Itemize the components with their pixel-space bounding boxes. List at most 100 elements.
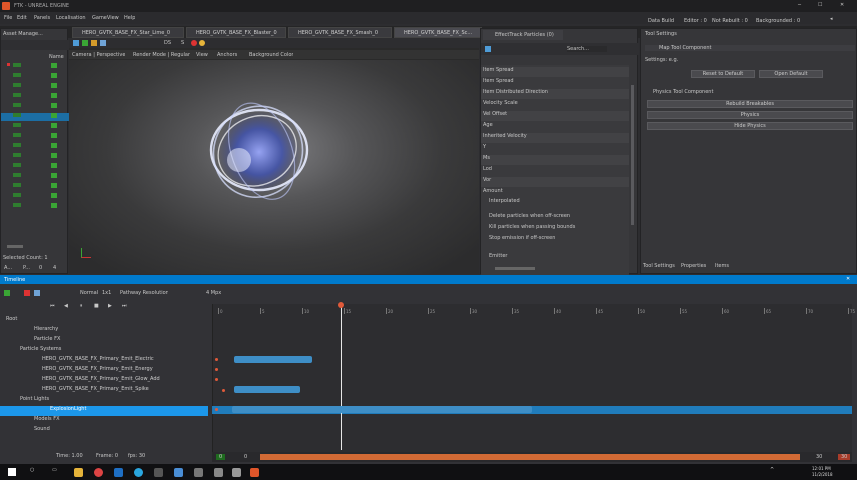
tab-doc-4[interactable]: HERO_GVTK_BASE_FX_Sc... — [394, 27, 482, 38]
tab-doc-3[interactable]: HERO_GVTK_BASE_FX_Smash_0 — [288, 27, 392, 38]
explorer-icon[interactable] — [74, 468, 83, 477]
prop-row[interactable]: Amount — [481, 188, 629, 198]
first-frame-icon[interactable]: ⏮ — [50, 303, 55, 309]
reset-default-button[interactable]: Reset to Default — [691, 70, 755, 78]
next-key-icon[interactable]: ▶ — [108, 303, 112, 309]
tab-doc-2[interactable]: HERO_GVTK_BASE_FX_Blaster_0 — [186, 27, 286, 38]
range-start[interactable]: 0 — [216, 454, 226, 460]
menu-file[interactable]: File — [4, 15, 12, 21]
track-row[interactable]: Point Lights — [0, 396, 208, 406]
check-row[interactable]: Stop emission if off-screen — [481, 235, 629, 245]
pause-icon[interactable]: ⏸ — [80, 303, 83, 309]
keyframe-marker[interactable] — [215, 408, 218, 411]
play-icon[interactable] — [4, 290, 10, 296]
viewport-menu-background[interactable]: Background Color — [249, 52, 293, 58]
particle-search[interactable]: Search... — [567, 46, 607, 52]
stop-icon[interactable]: ■ — [94, 303, 99, 309]
chevron-left-icon[interactable]: ◂ — [830, 16, 833, 22]
track-row[interactable]: Root — [0, 316, 208, 326]
asset-scrollbar[interactable] — [7, 245, 23, 248]
tab-doc-1[interactable]: HERO_GVTK_BASE_FX_Star_Lime_0 — [72, 27, 184, 38]
timeline-track-area[interactable] — [212, 304, 852, 452]
viewport-speed[interactable]: S — [181, 40, 184, 46]
skype-icon[interactable] — [134, 468, 143, 477]
tab-properties[interactable]: Properties — [681, 263, 706, 269]
viewport-fps[interactable]: DS — [164, 40, 171, 46]
tab-items[interactable]: Items — [715, 263, 729, 269]
particle-hscrollbar[interactable] — [495, 267, 535, 270]
app-icon-d[interactable] — [214, 468, 223, 477]
track-row[interactable]: Sound — [0, 426, 208, 436]
outlook-icon[interactable] — [114, 468, 123, 477]
physics-button[interactable]: Physics — [647, 111, 853, 119]
timeline-clip[interactable] — [234, 356, 312, 363]
tray-up-icon[interactable]: ^ — [770, 467, 774, 473]
menu-localisation[interactable]: Localisation — [56, 15, 86, 21]
timeline-mode[interactable]: Normal — [80, 290, 98, 296]
prop-row[interactable]: Inherited Velocity — [481, 133, 629, 143]
prop-row[interactable]: Y — [481, 144, 629, 154]
track-row[interactable]: Particle FX — [0, 336, 208, 346]
app-icon-e[interactable] — [232, 468, 241, 477]
keyframe-marker[interactable] — [222, 389, 225, 392]
track-row[interactable]: HERO_GVTK_BASE_FX_Primary_Emit_Electric — [0, 356, 208, 366]
task-view-icon[interactable]: ▭ — [52, 467, 57, 473]
rebuild-breakables-button[interactable]: Rebuild Breakables — [647, 100, 853, 108]
track-row[interactable]: Hierarchy — [0, 326, 208, 336]
app-icon-c[interactable] — [194, 468, 203, 477]
track-row[interactable]: Particle Systems — [0, 346, 208, 356]
check-row[interactable]: Kill particles when passing bounds — [481, 224, 629, 234]
maximize-icon[interactable]: ☐ — [818, 2, 828, 8]
viewport-icon-b[interactable] — [82, 40, 88, 46]
menu-edit[interactable]: Edit — [17, 15, 27, 21]
prop-row[interactable]: Vel Offset — [481, 111, 629, 121]
prop-row[interactable]: Age — [481, 122, 629, 132]
keyframe-marker[interactable] — [215, 358, 218, 361]
range-a[interactable]: 0 — [244, 454, 247, 460]
prop-row[interactable]: Lod — [481, 166, 629, 176]
asset-row-selected[interactable] — [1, 113, 69, 121]
viewport-menu-camera[interactable]: Camera | Perspective — [72, 52, 125, 58]
prop-row[interactable]: Velocity Scale — [481, 100, 629, 110]
viewport-menu-anchors[interactable]: Anchors — [217, 52, 237, 58]
windows-start-icon[interactable] — [8, 468, 16, 476]
prop-row[interactable]: Item Spread — [481, 78, 629, 88]
hide-physics-button[interactable]: Hide Physics — [647, 122, 853, 130]
close-timeline-icon[interactable]: ✕ — [846, 276, 850, 282]
keyframe-marker[interactable] — [215, 368, 218, 371]
track-row[interactable]: HERO_GVTK_BASE_FX_Primary_Emit_Spike — [0, 386, 208, 396]
viewport-menu-view[interactable]: View — [196, 52, 208, 58]
chrome-icon[interactable] — [94, 468, 103, 477]
timeline-clip[interactable] — [232, 406, 532, 413]
timeline-zoom[interactable]: 4 Mpx — [206, 290, 221, 296]
tool-settings-field[interactable]: Settings: e.g. — [645, 57, 845, 63]
sun-icon[interactable] — [199, 40, 205, 46]
tab-tool-settings[interactable]: Tool Settings — [643, 263, 675, 269]
record-icon[interactable] — [191, 40, 197, 46]
prop-row[interactable]: Item Spread — [481, 67, 629, 77]
playhead[interactable] — [341, 304, 342, 450]
check-row[interactable]: Delete particles when off-screen — [481, 213, 629, 223]
search-icon[interactable]: ○ — [30, 467, 34, 473]
last-frame-icon[interactable]: ⏭ — [122, 303, 127, 309]
range-end2[interactable]: 30 — [838, 454, 851, 460]
open-default-button[interactable]: Open Default — [759, 70, 823, 78]
menu-help[interactable]: Help — [124, 15, 135, 21]
track-row[interactable]: Models FX — [0, 416, 208, 426]
prop-row[interactable]: Ms — [481, 155, 629, 165]
timeline-scale[interactable]: 1x1 — [102, 290, 111, 296]
close-icon[interactable]: ✕ — [840, 2, 850, 8]
range-end[interactable]: 30 — [816, 454, 822, 460]
prop-row[interactable]: Item Distributed Direction — [481, 89, 629, 99]
app-icon-a[interactable] — [154, 468, 163, 477]
refresh-icon[interactable] — [485, 46, 491, 52]
menu-panels[interactable]: Panels — [34, 15, 50, 21]
timeline-pathway[interactable]: Pathway Resolution — [120, 290, 168, 296]
playhead-handle[interactable] — [338, 302, 344, 308]
minimize-icon[interactable]: ─ — [798, 2, 808, 8]
editor-taskbar-icon[interactable] — [250, 468, 259, 477]
range-slider[interactable] — [260, 454, 800, 460]
prev-key-icon[interactable]: ◀ — [64, 303, 68, 309]
viewport-icon-a[interactable] — [73, 40, 79, 46]
key-icon[interactable] — [24, 290, 30, 296]
